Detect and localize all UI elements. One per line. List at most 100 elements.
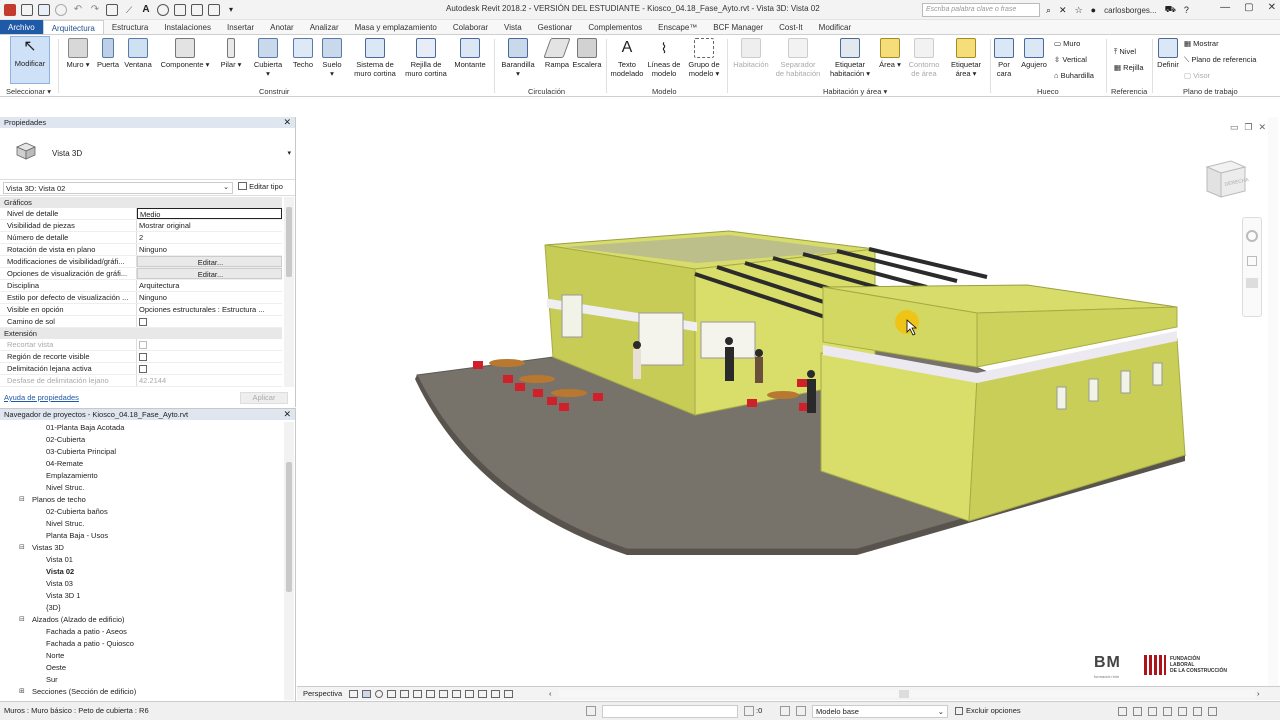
crop-region-visible-checkbox[interactable]	[139, 353, 147, 361]
tab-archivo[interactable]: Archivo	[0, 20, 43, 34]
group-extension[interactable]: Extensión	[0, 328, 282, 339]
by-face-button[interactable]: Por cara	[992, 38, 1016, 78]
tree-item[interactable]: 01-Planta Baja Acotada	[0, 422, 284, 434]
binoculars-icon[interactable]: ⌕	[1046, 5, 1051, 16]
tree-item[interactable]: 04-Remate	[0, 458, 284, 470]
wall-opening-button[interactable]: ▭ Muro	[1054, 39, 1080, 48]
tag-room-button[interactable]: Etiquetar habitación ▾	[828, 38, 872, 78]
browser-scrollbar[interactable]	[284, 422, 294, 700]
user-icon[interactable]: ●	[1091, 5, 1096, 15]
column-button[interactable]: Pilar ▾	[219, 38, 243, 69]
tab-insertar[interactable]: Insertar	[219, 20, 262, 34]
stair-button[interactable]: Escalera	[572, 38, 602, 69]
component-button[interactable]: Componente ▾	[160, 38, 210, 69]
tab-anotar[interactable]: Anotar	[262, 20, 302, 34]
measure-icon[interactable]: ⟋	[123, 4, 135, 16]
tab-cost-it[interactable]: Cost-It	[771, 20, 811, 34]
crop-icon[interactable]	[413, 690, 422, 698]
editable-only-icon[interactable]	[744, 706, 754, 716]
shaft-button[interactable]: Agujero	[1018, 38, 1050, 69]
design-options-icon-2[interactable]	[796, 706, 806, 716]
undo-icon[interactable]: ↶	[72, 4, 84, 16]
visual-style-icon[interactable]	[362, 690, 371, 698]
sun-path-icon[interactable]	[375, 690, 383, 698]
ceiling-button[interactable]: Techo	[290, 38, 316, 69]
select-panel-label[interactable]: Seleccionar ▾	[6, 87, 51, 96]
analytical-model-icon[interactable]	[491, 690, 500, 698]
edit-visibility-button[interactable]: Editar...	[137, 256, 282, 267]
dormer-button[interactable]: ⌂ Buhardilla	[1054, 71, 1094, 80]
viewcube[interactable]: DERECHA	[1201, 157, 1249, 201]
tree-item[interactable]: Vista 03	[0, 578, 284, 590]
x-icon[interactable]: ✕	[1059, 5, 1067, 16]
scroll-thumb[interactable]	[286, 462, 292, 592]
railing-button[interactable]: Barandilla ▾	[500, 38, 536, 78]
exclude-options-checkbox[interactable]	[955, 707, 963, 715]
reference-plane-button[interactable]: ⟍ Plano de referencia	[1184, 55, 1256, 65]
vertical-opening-button[interactable]: ⇳ Vertical	[1054, 55, 1087, 64]
tag-area-button[interactable]: Etiquetar área ▾	[946, 38, 986, 78]
worksharing-icon[interactable]	[478, 690, 487, 698]
switch-windows-icon[interactable]	[208, 4, 220, 16]
edit-type-button[interactable]: Editar tipo	[238, 182, 283, 191]
workset-select[interactable]	[602, 705, 738, 718]
model-text-button[interactable]: A Texto modelado	[608, 38, 646, 78]
steering-wheel-icon[interactable]	[1246, 230, 1258, 242]
tree-item[interactable]: Norte	[0, 650, 284, 662]
tree-item[interactable]: {3D}	[0, 602, 284, 614]
close-browser-icon[interactable]: ✕	[283, 409, 291, 420]
roof-button[interactable]: Cubierta ▾	[252, 38, 284, 78]
save-icon[interactable]	[38, 4, 50, 16]
tree-item[interactable]: Planta Baja - Usos	[0, 530, 284, 542]
door-button[interactable]: Puerta	[95, 38, 121, 69]
expand-icon[interactable]: ⊞	[19, 688, 27, 696]
properties-help-link[interactable]: Ayuda de propiedades	[4, 393, 79, 402]
close-icon[interactable]: ✕	[1268, 2, 1276, 13]
show-workplane-button[interactable]: ▦ Mostrar	[1184, 39, 1219, 48]
maximize-icon[interactable]: ▢	[1244, 2, 1253, 13]
worksets-icon[interactable]	[586, 706, 596, 716]
grid-button[interactable]: ▦ Rejilla	[1114, 63, 1144, 72]
edit-graphics-button[interactable]: Editar...	[137, 268, 282, 279]
select-pinned-icon[interactable]	[1148, 707, 1157, 716]
tab-vista[interactable]: Vista	[496, 20, 530, 34]
zoom-region-icon[interactable]	[1246, 278, 1258, 288]
section-icon[interactable]	[174, 4, 186, 16]
canvas-horizontal-scrollbar[interactable]	[559, 690, 1255, 698]
redo-icon[interactable]: ↷	[89, 4, 101, 16]
tab-colaborar[interactable]: Colaborar	[445, 20, 496, 34]
group-graficos[interactable]: Gráficos	[0, 197, 282, 208]
shadows-icon[interactable]	[387, 690, 396, 698]
tab-complementos[interactable]: Complementos	[580, 20, 650, 34]
properties-scrollbar[interactable]	[284, 197, 294, 387]
ramp-button[interactable]: Rampa	[543, 38, 571, 69]
zoom-icon[interactable]	[1247, 256, 1257, 266]
scroll-thumb[interactable]	[899, 690, 909, 698]
close-hidden-icon[interactable]	[191, 4, 203, 16]
selection-count-icon[interactable]	[1208, 707, 1217, 716]
print-icon[interactable]	[106, 4, 118, 16]
star-icon[interactable]: ☆	[1075, 5, 1083, 16]
tree-item[interactable]: Vista 3D 1	[0, 590, 284, 602]
hide-isolate-icon[interactable]	[452, 690, 461, 698]
tree-group[interactable]: ⊟ Vistas 3D	[0, 542, 284, 554]
drag-elements-icon[interactable]	[1178, 707, 1187, 716]
view-mode-label[interactable]: Perspectiva	[303, 687, 342, 701]
search-input[interactable]: Escriba palabra clave o frase	[922, 3, 1040, 17]
tab-masa[interactable]: Masa y emplazamiento	[347, 20, 445, 34]
minimize-icon[interactable]: —	[1220, 2, 1230, 13]
canvas-vertical-scrollbar[interactable]	[1268, 117, 1278, 686]
tree-item[interactable]: Oeste	[0, 662, 284, 674]
curtain-grid-button[interactable]: Rejilla de muro cortina	[402, 38, 450, 78]
tree-item[interactable]: Vista 01	[0, 554, 284, 566]
tree-item[interactable]: Fachada a patio - Aseos	[0, 626, 284, 638]
model-lines-button[interactable]: ⌇ Líneas de modelo	[647, 38, 681, 78]
tree-item[interactable]: Emplazamiento	[0, 470, 284, 482]
scale-icon[interactable]	[349, 690, 358, 698]
select-underlay-icon[interactable]	[1133, 707, 1142, 716]
show-crop-icon[interactable]	[426, 690, 435, 698]
collapse-icon[interactable]: ⊟	[19, 496, 27, 504]
curtain-system-button[interactable]: Sistema de muro cortina	[350, 38, 400, 78]
drawing-area[interactable]: ▭ ❐ ✕ DERECHA BM formación bim FUNDACIÓN…	[297, 117, 1280, 686]
tab-analizar[interactable]: Analizar	[302, 20, 347, 34]
